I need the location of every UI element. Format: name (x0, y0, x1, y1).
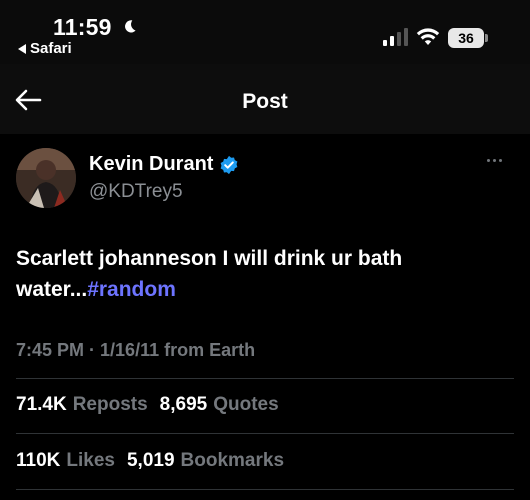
battery-tip (485, 34, 488, 42)
author-name-row[interactable]: Kevin Durant (89, 153, 239, 176)
post-source: from Earth (159, 340, 256, 360)
divider (16, 433, 514, 434)
stats-row-2: 110K Likes 5,019 Bookmarks (16, 450, 284, 472)
bookmarks-label: Bookmarks (180, 450, 285, 471)
hashtag-link[interactable]: #random (87, 278, 176, 301)
reposts-label: Reposts (72, 394, 148, 415)
top-navigation-bar: Post (0, 64, 530, 134)
reposts-count: 71.4K (16, 394, 67, 415)
verified-badge-icon (221, 155, 238, 174)
stats-row-1: 71.4K Reposts 8,695 Quotes (16, 394, 279, 416)
post-date[interactable]: 1/16/11 (100, 340, 159, 360)
moon-icon (125, 20, 136, 33)
back-to-app-button[interactable]: Safari (18, 40, 72, 57)
meta-separator: · (84, 340, 101, 360)
post-metadata: 7:45 PM · 1/16/11 from Earth (16, 340, 255, 361)
author-handle[interactable]: @KDTrey5 (89, 181, 183, 203)
wifi-icon (416, 28, 440, 45)
battery-indicator: 36 (448, 28, 484, 48)
divider (16, 489, 514, 490)
reposts-stat[interactable]: 71.4K Reposts (16, 394, 148, 416)
status-bar: 11:59 Safari 36 (0, 0, 530, 64)
back-triangle-icon (18, 43, 26, 54)
avatar-image (16, 148, 76, 208)
bookmarks-count: 5,019 (126, 450, 175, 471)
post-text-body: Scarlett johanneson I will drink ur bath… (16, 247, 403, 301)
quotes-label: Quotes (213, 394, 279, 415)
quotes-stat[interactable]: 8,695 Quotes (160, 394, 279, 416)
divider (16, 378, 514, 379)
likes-label: Likes (66, 450, 115, 471)
back-app-label: Safari (30, 40, 72, 57)
avatar[interactable] (16, 148, 76, 208)
page-title: Post (242, 90, 288, 113)
quotes-count: 8,695 (159, 394, 208, 415)
likes-count: 110K (16, 450, 61, 471)
post-time[interactable]: 7:45 PM (16, 340, 84, 360)
post-text: Scarlett johanneson I will drink ur bath… (16, 243, 516, 305)
status-time: 11:59 (53, 14, 112, 40)
bookmarks-stat[interactable]: 5,019 Bookmarks (127, 450, 284, 472)
more-options-icon[interactable] (487, 159, 502, 162)
likes-stat[interactable]: 110K Likes (16, 450, 115, 472)
cellular-signal-icon (383, 28, 408, 46)
author-name[interactable]: Kevin Durant (89, 153, 213, 176)
